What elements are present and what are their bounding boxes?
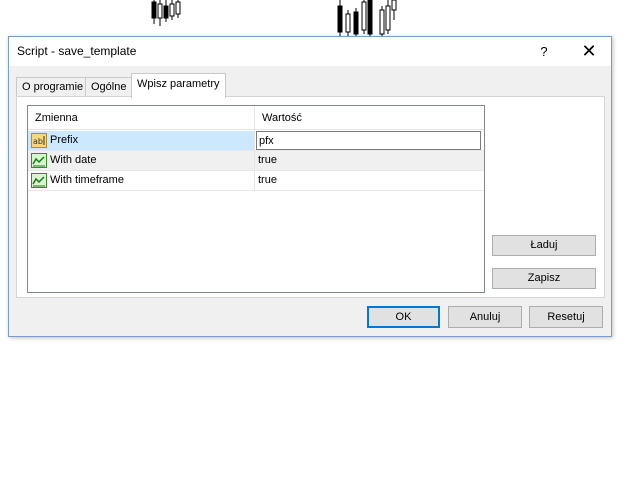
save-button[interactable]: Zapisz	[492, 268, 596, 289]
background-chart	[151, 0, 397, 36]
parameter-value[interactable]: true	[255, 171, 484, 190]
tab-ogolne[interactable]: Ogólne	[85, 77, 133, 97]
parameters-grid: Zmienna Wartość ab Prefix pfx With date …	[27, 105, 485, 293]
parameter-value[interactable]: true	[255, 151, 484, 170]
parameter-name-cell[interactable]: With timeframe	[28, 171, 255, 190]
table-row[interactable]: With timeframe true	[28, 171, 484, 191]
svg-text:ab: ab	[33, 137, 43, 146]
table-row[interactable]: ab Prefix	[28, 131, 484, 151]
boolean-chart-icon	[31, 173, 47, 188]
text-ab-icon: ab	[31, 133, 47, 148]
table-row[interactable]: With date true	[28, 151, 484, 171]
help-button[interactable]: ?	[521, 37, 567, 66]
parameter-name: Prefix	[50, 134, 79, 146]
reset-button[interactable]: Resetuj	[529, 306, 603, 328]
prefix-value-input[interactable]	[256, 131, 481, 150]
parameter-name: With timeframe	[50, 174, 124, 186]
parameter-name-cell[interactable]: With date	[28, 151, 255, 170]
cancel-button[interactable]: Anuluj	[448, 306, 522, 328]
grid-header: Zmienna Wartość	[28, 106, 484, 130]
parameter-name: With date	[50, 154, 97, 166]
column-header-variable[interactable]: Zmienna	[28, 106, 255, 130]
parameters-panel: Zmienna Wartość ab Prefix pfx With date …	[16, 96, 605, 298]
tab-o-programie[interactable]: O programie	[16, 77, 90, 97]
close-button[interactable]: ✕	[566, 37, 612, 66]
help-icon: ?	[540, 44, 548, 59]
ok-button[interactable]: OK	[367, 306, 440, 328]
column-header-value[interactable]: Wartość	[255, 106, 484, 130]
tab-wpisz-parametry[interactable]: Wpisz parametry	[131, 73, 226, 98]
window-title: Script - save_template	[17, 44, 137, 58]
parameter-name-cell[interactable]: ab Prefix	[28, 131, 255, 150]
boolean-chart-icon	[31, 153, 47, 168]
load-button[interactable]: Ładuj	[492, 235, 596, 256]
script-dialog: Script - save_template ? ✕ O programie O…	[8, 36, 612, 337]
title-bar[interactable]: Script - save_template ? ✕	[9, 37, 611, 66]
close-icon: ✕	[581, 41, 597, 61]
